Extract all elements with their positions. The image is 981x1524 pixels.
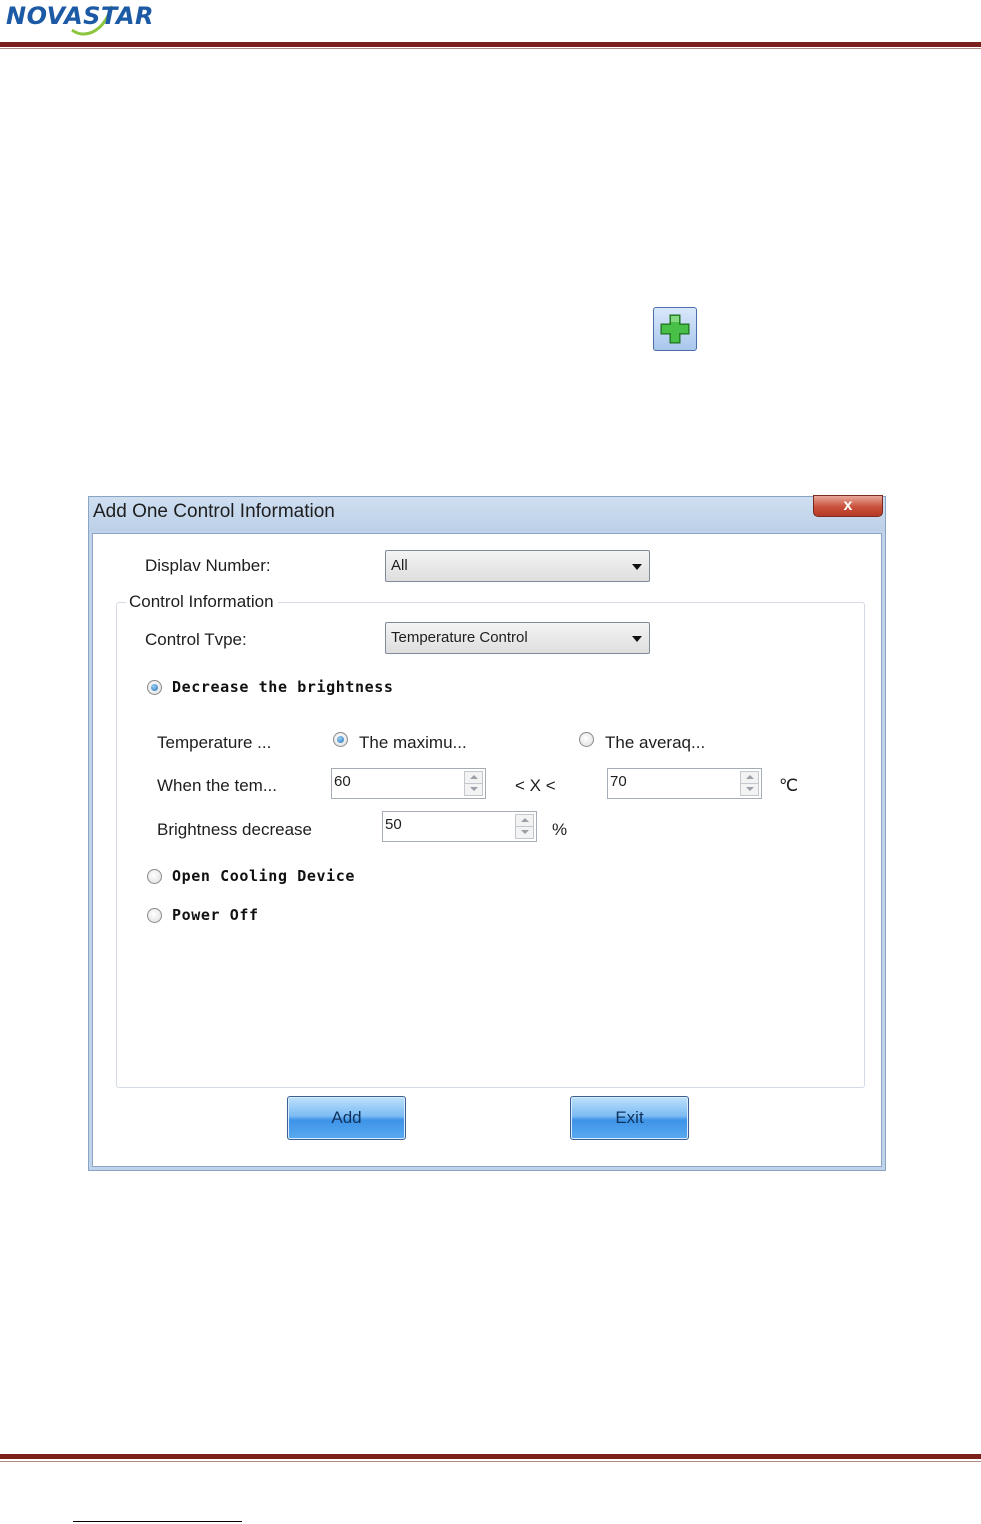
green-plus-icon xyxy=(660,314,690,344)
low-temperature-stepper[interactable]: 60 xyxy=(331,768,486,799)
stepper-up-icon[interactable] xyxy=(516,815,533,827)
temp-maximum-label: The maximu... xyxy=(359,733,467,752)
decrease-brightness-radio[interactable] xyxy=(147,680,162,695)
control-information-title: Control Information xyxy=(126,592,278,612)
power-off-radio[interactable] xyxy=(147,908,162,923)
high-temperature-value: 70 xyxy=(610,773,627,790)
high-temperature-stepper[interactable]: 70 xyxy=(607,768,762,799)
footer-rule xyxy=(0,1454,981,1459)
decrease-brightness-label: Decrease the brightness xyxy=(172,678,394,696)
brightness-decrease-stepper[interactable]: 50 xyxy=(382,811,537,842)
dialog-client-area: Displav Number: All Control Information … xyxy=(92,533,882,1167)
header-rule-thin xyxy=(0,48,981,49)
chevron-down-icon xyxy=(632,636,642,642)
temp-average-label: The averaq... xyxy=(605,733,706,752)
when-temperature-label: When the tem... xyxy=(157,776,277,795)
chevron-down-icon xyxy=(632,564,642,570)
open-cooling-label: Open Cooling Device xyxy=(172,867,355,885)
power-off-label: Power Off xyxy=(172,906,259,924)
add-control-button[interactable] xyxy=(653,307,697,351)
close-x-icon: x xyxy=(843,497,853,514)
exit-button[interactable]: Exit xyxy=(570,1096,689,1140)
control-type-value: Temperature Control xyxy=(391,629,528,646)
control-type-select[interactable]: Temperature Control xyxy=(385,622,650,654)
novastar-logo: NOVASTAR xyxy=(6,0,196,38)
header-rule xyxy=(0,42,981,47)
percent-unit: % xyxy=(552,820,568,839)
stepper-down-icon[interactable] xyxy=(516,827,533,838)
dialog-title: Add One Control Information xyxy=(93,501,335,522)
display-number-label: Displav Number: xyxy=(145,556,271,575)
display-number-value: All xyxy=(391,557,408,574)
temperature-label: Temperature ... xyxy=(157,733,272,752)
add-button[interactable]: Add xyxy=(287,1096,406,1140)
footnote-rule xyxy=(73,1521,242,1522)
stepper-buttons xyxy=(464,771,483,796)
temp-maximum-radio[interactable] xyxy=(333,732,348,747)
stepper-down-icon[interactable] xyxy=(465,784,482,795)
brightness-decrease-label: Brightness decrease xyxy=(157,820,312,839)
between-label: < X < xyxy=(515,776,556,795)
display-number-select[interactable]: All xyxy=(385,550,650,582)
dialog-title-bar[interactable]: Add One Control Information x xyxy=(89,495,885,531)
temp-average-radio[interactable] xyxy=(579,732,594,747)
add-control-dialog: Add One Control Information x Displav Nu… xyxy=(88,495,886,1171)
control-type-label: Control Tvpe: xyxy=(145,630,247,649)
low-temperature-value: 60 xyxy=(334,773,351,790)
stepper-down-icon[interactable] xyxy=(741,784,758,795)
stepper-buttons xyxy=(515,814,534,839)
brightness-decrease-value: 50 xyxy=(385,816,402,833)
close-button[interactable]: x xyxy=(813,495,883,517)
logo-text: NOVASTAR xyxy=(6,2,155,30)
stepper-up-icon[interactable] xyxy=(741,772,758,784)
temperature-unit: ℃ xyxy=(779,776,799,795)
stepper-buttons xyxy=(740,771,759,796)
control-information-group xyxy=(116,602,865,1088)
open-cooling-radio[interactable] xyxy=(147,869,162,884)
stepper-up-icon[interactable] xyxy=(465,772,482,784)
footer-rule-thin xyxy=(0,1461,981,1462)
